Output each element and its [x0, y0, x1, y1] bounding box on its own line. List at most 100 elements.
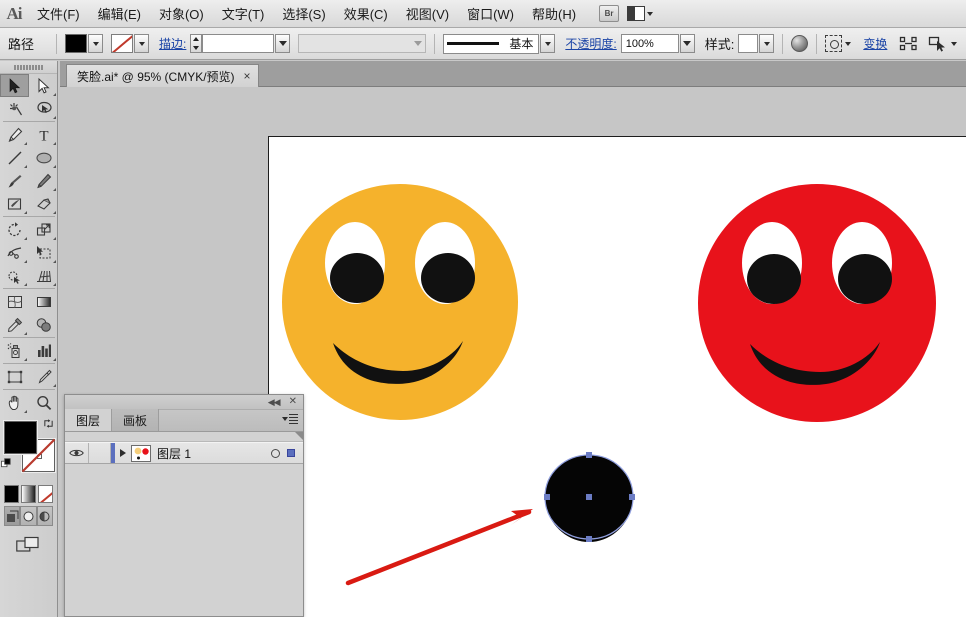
direct-selection-tool[interactable] [29, 74, 58, 97]
stroke-swatch-none[interactable] [111, 34, 134, 53]
close-icon[interactable]: × [244, 70, 251, 82]
stroke-weight-label[interactable]: 描边: [159, 35, 186, 52]
blob-brush-tool[interactable] [0, 192, 29, 215]
tab-artboards[interactable]: 画板 [112, 409, 160, 431]
blend-tool[interactable] [29, 313, 58, 336]
line-segment-tool[interactable] [0, 146, 29, 169]
layer-visibility-toggle[interactable] [65, 443, 89, 463]
stroke-weight-input[interactable] [202, 34, 275, 53]
menu-edit[interactable]: 编辑(E) [89, 0, 150, 28]
chevron-down-icon [544, 41, 551, 46]
menu-file[interactable]: 文件(F) [28, 0, 89, 28]
paintbrush-tool[interactable] [0, 169, 29, 192]
slice-tool[interactable] [29, 365, 58, 388]
perspective-grid-tool[interactable] [29, 264, 58, 287]
fill-swatch[interactable] [65, 34, 88, 53]
isolate-object-icon[interactable] [899, 35, 918, 52]
close-panel-icon[interactable]: ✕ [289, 397, 297, 407]
pencil-tool[interactable] [29, 169, 58, 192]
graphic-style-swatch[interactable] [738, 34, 759, 53]
menu-select[interactable]: 选择(S) [273, 0, 334, 28]
transform-link[interactable]: 变换 [863, 35, 887, 52]
menu-view[interactable]: 视图(V) [397, 0, 458, 28]
gradient-tool[interactable] [29, 290, 58, 313]
collapse-panel-icon[interactable]: ◀◀ [268, 397, 281, 408]
select-similar-button[interactable] [928, 35, 958, 52]
draw-behind-button[interactable] [20, 506, 37, 526]
eye-icon [69, 449, 84, 457]
layers-list[interactable]: 图层 1 [65, 432, 303, 615]
tools-panel-drag-handle[interactable] [0, 61, 57, 74]
default-fill-stroke-icon[interactable] [1, 458, 12, 469]
change-screen-mode-button[interactable] [0, 526, 57, 566]
rotate-tool[interactable] [0, 218, 29, 241]
hamburger-icon [289, 414, 298, 425]
eyedropper-tool[interactable] [0, 313, 29, 336]
symbol-sprayer-tool[interactable] [0, 339, 29, 362]
table-row[interactable]: 图层 1 [65, 432, 303, 464]
draw-normal-button[interactable] [4, 506, 21, 526]
recolor-artwork-icon[interactable] [791, 35, 809, 52]
zoom-tool[interactable] [29, 391, 58, 414]
width-tool[interactable] [0, 241, 29, 264]
layer-target-circle[interactable] [271, 448, 280, 458]
stroke-dropdown-button[interactable] [134, 34, 150, 53]
swap-fill-stroke-icon[interactable] [43, 418, 54, 429]
stroke-color-control[interactable] [111, 34, 150, 53]
panel-menu-button[interactable] [282, 414, 298, 425]
lasso-tool[interactable] [29, 97, 58, 120]
layer-name[interactable]: 图层 1 [157, 445, 271, 462]
none-mode-button[interactable] [38, 485, 53, 503]
gradient-mode-button[interactable] [21, 485, 36, 503]
menu-object[interactable]: 对象(O) [150, 0, 213, 28]
layers-panel-titlebar[interactable]: ◀◀ ✕ [65, 395, 303, 410]
menu-window[interactable]: 窗口(W) [458, 0, 523, 28]
scale-tool[interactable] [29, 218, 58, 241]
arrange-documents-button[interactable] [627, 6, 654, 21]
fill-color-control[interactable] [65, 34, 104, 53]
eraser-tool[interactable] [29, 192, 58, 215]
layer-selected-art-indicator[interactable] [287, 449, 295, 457]
menu-help[interactable]: 帮助(H) [523, 0, 585, 28]
brush-dropdown-button[interactable] [540, 34, 556, 53]
fill-dropdown-button[interactable] [88, 34, 104, 53]
free-transform-tool[interactable] [29, 241, 58, 264]
stepper-down-icon[interactable] [193, 45, 200, 50]
opacity-dropdown-button[interactable] [679, 34, 695, 53]
graphic-style-dropdown-button[interactable] [759, 34, 775, 53]
shape-builder-icon [7, 270, 20, 284]
stroke-weight-stepper[interactable] [190, 34, 203, 53]
rotate-icon [7, 221, 21, 236]
stroke-weight-control[interactable] [190, 34, 291, 53]
shape-builder-tool[interactable] [0, 264, 29, 287]
color-mode-button[interactable] [4, 485, 19, 503]
menu-effect[interactable]: 效果(C) [335, 0, 397, 28]
mesh-tool[interactable] [0, 290, 29, 313]
document-tab[interactable]: 笑脸.ai* @ 95% (CMYK/预览) × [66, 64, 259, 87]
layer-lock-toggle[interactable] [89, 443, 111, 463]
layer-expand-toggle[interactable] [115, 449, 131, 457]
graphic-style-control[interactable] [738, 34, 775, 53]
opacity-label[interactable]: 不透明度: [565, 35, 616, 52]
brush-definition-control[interactable]: 基本 [443, 33, 556, 54]
stroke-weight-dropdown-button[interactable] [275, 34, 291, 53]
artboard-tool[interactable] [0, 365, 29, 388]
tool-group-indicator [53, 165, 56, 168]
draw-inside-button[interactable] [36, 506, 53, 526]
layers-panel[interactable]: ◀◀ ✕ 图层 画板 图层 1 [64, 394, 304, 617]
selection-tool[interactable] [0, 74, 29, 97]
stepper-up-icon[interactable] [193, 37, 200, 42]
brush-definition-field[interactable]: 基本 [443, 33, 540, 54]
type-tool[interactable]: T [29, 123, 58, 146]
hand-tool[interactable] [0, 391, 29, 414]
pen-tool[interactable] [0, 123, 29, 146]
magic-wand-tool[interactable] [0, 97, 29, 120]
menu-type[interactable]: 文字(T) [213, 0, 274, 28]
tab-layers[interactable]: 图层 [65, 409, 113, 431]
column-graph-tool[interactable] [29, 339, 58, 362]
ellipse-tool[interactable] [29, 146, 58, 169]
opacity-control[interactable]: 100% [620, 34, 695, 53]
align-button[interactable] [825, 35, 852, 52]
go-to-bridge-icon[interactable]: Br [599, 5, 620, 22]
opacity-input[interactable]: 100% [620, 34, 679, 53]
